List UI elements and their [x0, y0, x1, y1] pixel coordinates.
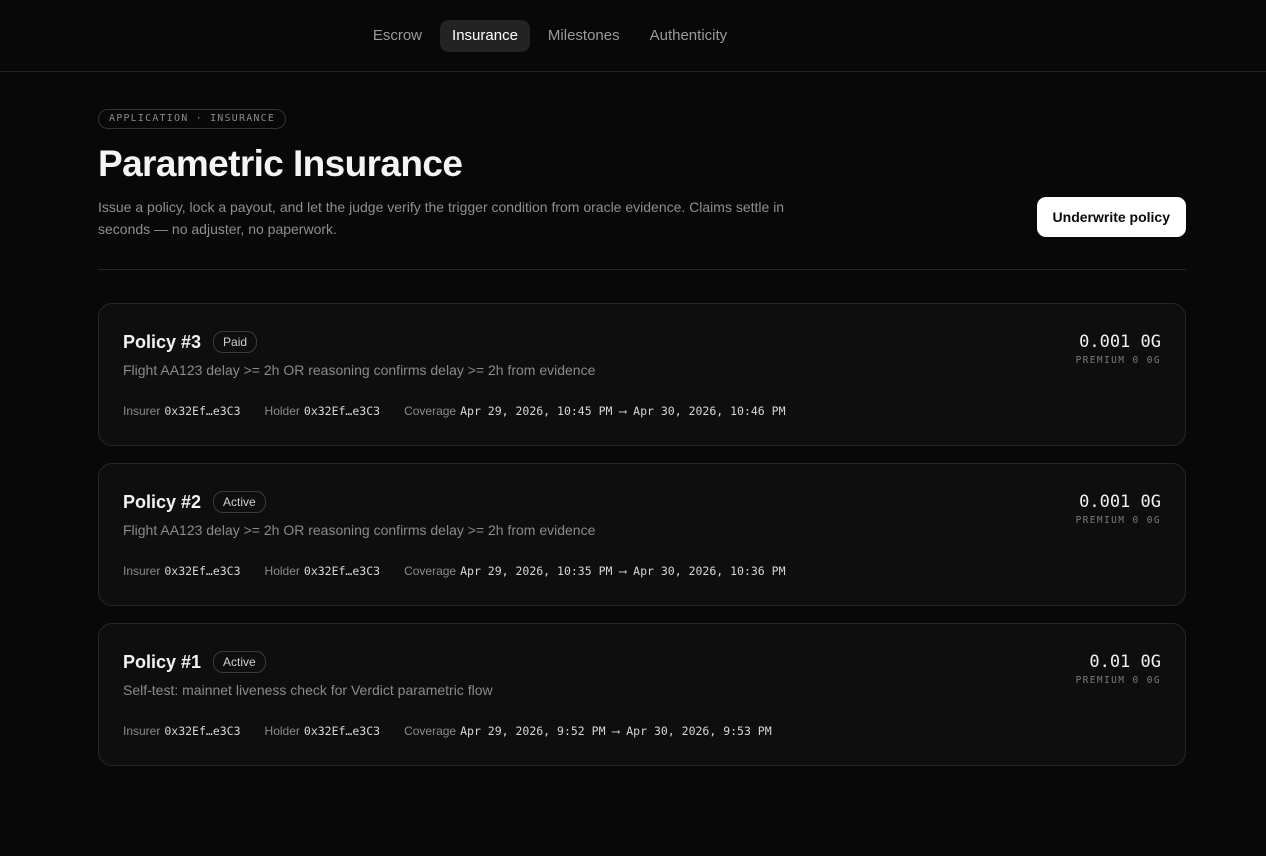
coverage-label: Coverage [404, 404, 457, 418]
policy-description: Self-test: mainnet liveness check for Ve… [123, 682, 493, 698]
holder-field: Holder 0x32Ef…e3C3 [265, 723, 381, 739]
policy-card[interactable]: Policy #3 Paid Flight AA123 delay >= 2h … [98, 303, 1186, 446]
payout-value: 0.001 0G [1079, 492, 1161, 512]
top-nav: Escrow Insurance Milestones Authenticity [0, 0, 1266, 72]
premium-value: PREMIUM 0 0G [1075, 515, 1161, 526]
eyebrow-badge: APPLICATION · INSURANCE [98, 109, 287, 129]
insurer-address[interactable]: 0x32Ef…e3C3 [164, 563, 240, 579]
page-header: APPLICATION · INSURANCE Parametric Insur… [98, 72, 1186, 270]
coverage-range: Apr 29, 2026, 10:35 PM ⟶ Apr 30, 2026, 1… [460, 564, 786, 578]
insurer-label: Insurer [123, 724, 161, 738]
policy-card-header: Policy #1 Active [123, 649, 1161, 675]
payout-value: 0.01 0G [1089, 652, 1161, 672]
policy-card-header: Policy #3 Paid [123, 329, 1161, 355]
policy-meta: Insurer 0x32Ef…e3C3 Holder 0x32Ef…e3C3 C… [123, 563, 1161, 579]
tab-milestones[interactable]: Milestones [536, 20, 632, 52]
coverage-field: Coverage Apr 29, 2026, 10:45 PM ⟶ Apr 30… [404, 403, 785, 419]
holder-field: Holder 0x32Ef…e3C3 [265, 563, 381, 579]
policy-description: Flight AA123 delay >= 2h OR reasoning co… [123, 522, 596, 538]
policy-card[interactable]: Policy #2 Active Flight AA123 delay >= 2… [98, 463, 1186, 606]
coverage-label: Coverage [404, 724, 457, 738]
insurer-field: Insurer 0x32Ef…e3C3 [123, 563, 241, 579]
coverage-field: Coverage Apr 29, 2026, 9:52 PM ⟶ Apr 30,… [404, 723, 772, 739]
policy-card[interactable]: Policy #1 Active Self-test: mainnet live… [98, 623, 1186, 766]
coverage-field: Coverage Apr 29, 2026, 10:35 PM ⟶ Apr 30… [404, 563, 785, 579]
tab-escrow[interactable]: Escrow [361, 20, 434, 52]
holder-label: Holder [264, 404, 300, 418]
policy-meta: Insurer 0x32Ef…e3C3 Holder 0x32Ef…e3C3 C… [123, 403, 1161, 419]
status-badge: Active [213, 651, 266, 673]
policy-meta: Insurer 0x32Ef…e3C3 Holder 0x32Ef…e3C3 C… [123, 723, 1161, 739]
tab-insurance[interactable]: Insurance [440, 19, 530, 52]
status-badge: Paid [213, 331, 258, 353]
insurer-field: Insurer 0x32Ef…e3C3 [123, 403, 241, 419]
holder-address[interactable]: 0x32Ef…e3C3 [304, 563, 380, 579]
payout-amount: 0.001 0G PREMIUM 0 0G [1076, 491, 1161, 526]
coverage-range: Apr 29, 2026, 10:45 PM ⟶ Apr 30, 2026, 1… [460, 404, 786, 418]
premium-value: PREMIUM 0 0G [1075, 355, 1161, 366]
tab-authenticity[interactable]: Authenticity [638, 20, 740, 52]
insurer-address[interactable]: 0x32Ef…e3C3 [164, 723, 240, 739]
policy-title: Policy #2 [123, 491, 202, 512]
policy-list: Policy #3 Paid Flight AA123 delay >= 2h … [98, 270, 1186, 766]
holder-address[interactable]: 0x32Ef…e3C3 [304, 403, 380, 419]
payout-amount: 0.01 0G PREMIUM 0 0G [1076, 651, 1161, 686]
insurer-label: Insurer [123, 404, 161, 418]
coverage-label: Coverage [404, 564, 457, 578]
holder-label: Holder [264, 564, 300, 578]
payout-amount: 0.001 0G PREMIUM 0 0G [1076, 331, 1161, 366]
underwrite-policy-button[interactable]: Underwrite policy [1036, 197, 1186, 237]
status-badge: Active [213, 491, 266, 513]
policy-card-header: Policy #2 Active [123, 489, 1161, 515]
nav-tabs: Escrow Insurance Milestones Authenticity [361, 19, 740, 52]
policy-title: Policy #3 [123, 331, 202, 352]
policy-description: Flight AA123 delay >= 2h OR reasoning co… [123, 362, 596, 378]
holder-label: Holder [264, 724, 300, 738]
policy-title: Policy #1 [123, 651, 202, 672]
payout-value: 0.001 0G [1079, 332, 1161, 352]
holder-address[interactable]: 0x32Ef…e3C3 [304, 723, 380, 739]
page-title: Parametric Insurance [98, 143, 463, 184]
insurer-field: Insurer 0x32Ef…e3C3 [123, 723, 241, 739]
premium-value: PREMIUM 0 0G [1075, 675, 1161, 686]
insurer-label: Insurer [123, 564, 161, 578]
insurer-address[interactable]: 0x32Ef…e3C3 [164, 403, 240, 419]
page-subtitle: Issue a policy, lock a payout, and let t… [98, 199, 785, 237]
coverage-range: Apr 29, 2026, 9:52 PM ⟶ Apr 30, 2026, 9:… [460, 724, 772, 738]
holder-field: Holder 0x32Ef…e3C3 [265, 403, 381, 419]
main-content: APPLICATION · INSURANCE Parametric Insur… [98, 72, 1186, 766]
